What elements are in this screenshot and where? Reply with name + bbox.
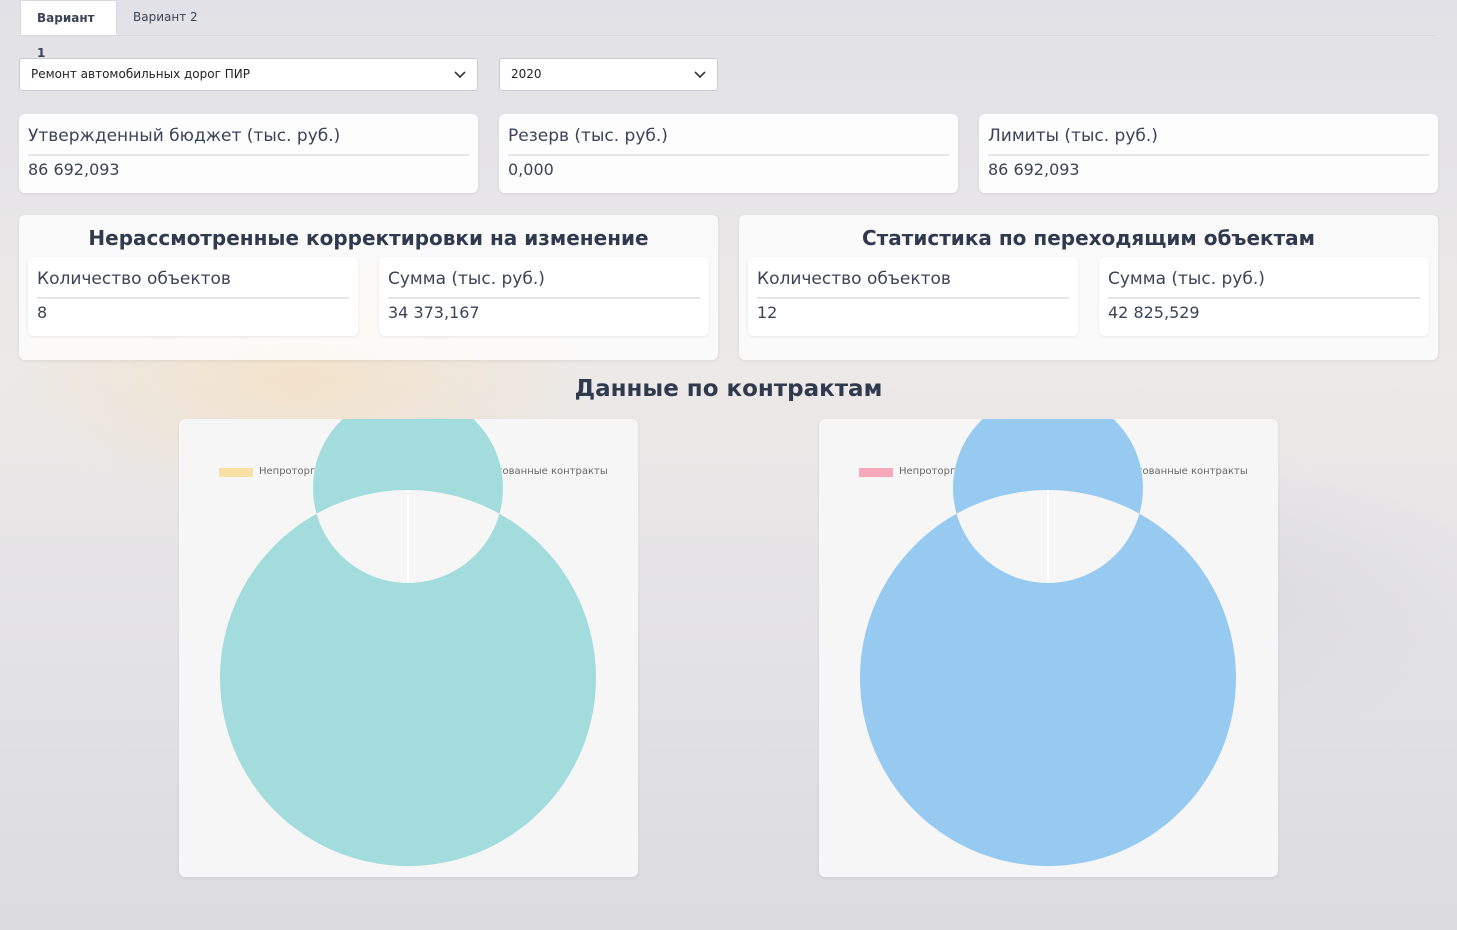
panel-title: Нерассмотренные корректировки на изменен… [88,226,649,250]
card-label: Лимиты (тыс. руб.) [988,126,1158,146]
card-value: 34 373,167 [388,303,480,322]
card-label: Количество объектов [37,269,231,289]
volume-donut-chart [219,419,596,866]
tab-bar: Вариант 1 Вариант 2 [20,0,1436,60]
volume-chart-card: Объём (тыс. руб.) Непроторгованные контр… [179,419,638,877]
card-label: Сумма (тыс. руб.) [388,269,545,289]
contracts-section-title: Данные по контрактам [574,376,883,402]
year-select-value: 2020 [511,67,542,81]
tab-variant-1[interactable]: Вариант 1 [20,0,117,60]
divider [757,297,1069,299]
program-select[interactable]: Ремонт автомобильных дорог ПИР [19,58,478,91]
card-value: 86 692,093 [988,160,1080,179]
count-donut-chart [859,419,1236,866]
objects-count-card: Количество объектов 8 [28,257,358,336]
pending-corrections-panel: Нерассмотренные корректировки на изменен… [19,215,718,360]
donut-slice-1[interactable] [859,419,1236,866]
tab-variant-2[interactable]: Вариант 2 [117,0,217,35]
donut-slice-1[interactable] [219,419,596,866]
card-value: 0,000 [508,160,554,179]
transitional-objects-panel: Статистика по переходящим объектам Колич… [739,215,1438,360]
card-label: Сумма (тыс. руб.) [1108,269,1265,289]
divider [28,154,469,156]
count-chart-card: Количество Непроторгованные контракты Пр… [819,419,1278,877]
divider [37,297,349,299]
card-value: 8 [37,303,48,322]
panel-title: Статистика по переходящим объектам [861,226,1316,250]
card-value: 86 692,093 [28,160,120,179]
card-value: 12 [757,303,778,322]
approved-budget-card: Утвержденный бюджет (тыс. руб.) 86 692,0… [19,114,478,193]
divider [988,154,1429,156]
reserve-card: Резерв (тыс. руб.) 0,000 [499,114,958,193]
sum-card: Сумма (тыс. руб.) 42 825,529 [1099,257,1429,336]
card-label: Резерв (тыс. руб.) [508,126,668,146]
card-value: 42 825,529 [1108,303,1200,322]
chevron-down-icon [694,71,706,79]
limits-card: Лимиты (тыс. руб.) 86 692,093 [979,114,1438,193]
objects-count-card: Количество объектов 12 [748,257,1078,336]
year-select[interactable]: 2020 [499,58,718,91]
sum-card: Сумма (тыс. руб.) 34 373,167 [379,257,709,336]
chevron-down-icon [454,71,466,79]
card-label: Утвержденный бюджет (тыс. руб.) [28,126,341,146]
card-label: Количество объектов [757,269,951,289]
divider [508,154,949,156]
divider [388,297,700,299]
program-select-value: Ремонт автомобильных дорог ПИР [31,67,250,81]
divider [1108,297,1420,299]
